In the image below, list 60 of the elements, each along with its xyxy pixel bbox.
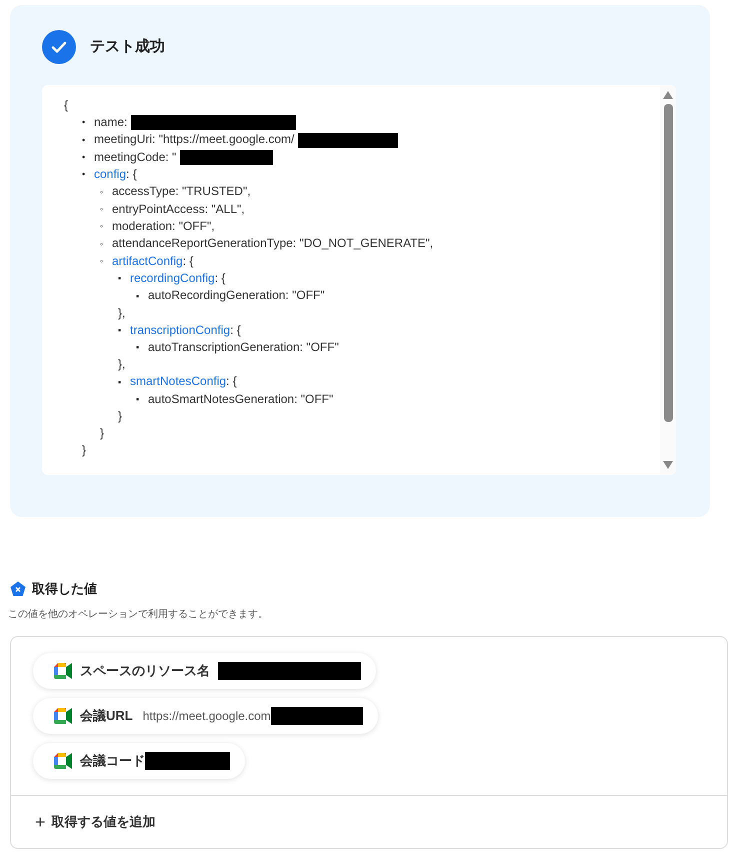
list-bullet: ◦ (100, 186, 104, 199)
list-bullet: ▪ (118, 324, 122, 337)
json-line: meetingCode: " (94, 150, 176, 164)
video-camera-icon (54, 662, 72, 678)
json-brace: : { (214, 270, 226, 285)
list-bullet: • (82, 168, 86, 182)
json-key[interactable]: artifactConfig (112, 254, 183, 268)
json-line: meetingUri: "https://meet.google.com/ (94, 132, 294, 146)
chip-value: https://meet.google.com (142, 708, 271, 724)
json-key[interactable]: recordingConfig (130, 270, 215, 285)
list-bullet: • (82, 150, 86, 164)
list-bullet: ▪ (136, 290, 140, 303)
section-description: この値を他のオペレーションで利用することができます。 (8, 608, 269, 622)
value-chip[interactable]: 会議URL https://meet.google.com (33, 698, 378, 734)
json-line: autoTranscriptionGeneration: "OFF" (148, 340, 339, 354)
list-bullet: ◦ (100, 238, 104, 251)
json-line: entryPointAccess: "ALL", (112, 202, 245, 216)
scroll-down-icon[interactable] (663, 461, 673, 469)
list-bullet: ▪ (118, 376, 122, 389)
json-key[interactable]: transcriptionConfig (130, 322, 230, 337)
chip-label: スペースのリソース名 (80, 662, 210, 680)
video-camera-icon (54, 708, 72, 724)
add-value-button[interactable]: + 取得する値を追加 (11, 794, 727, 848)
pentagon-badge-icon (10, 580, 26, 597)
json-brace: : { (126, 166, 137, 181)
json-brace: }, (118, 357, 126, 372)
list-bullet: ◦ (100, 202, 104, 216)
list-bullet: ▪ (136, 392, 140, 406)
chip-label: 会議URL (80, 706, 133, 725)
video-camera-icon (54, 752, 72, 768)
json-brace: : { (182, 254, 194, 268)
list-bullet: • (82, 116, 86, 130)
json-brace: } (100, 426, 104, 440)
json-line: name: (94, 115, 128, 129)
section-title: 取得した値 (32, 580, 97, 598)
json-brace: } (118, 408, 122, 423)
json-brace: } (82, 442, 86, 457)
json-line: autoRecordingGeneration: "OFF" (148, 288, 325, 302)
scrollbar-thumb[interactable] (664, 104, 672, 422)
chip-label: 会議コード (80, 752, 145, 770)
list-bullet: ◦ (100, 254, 104, 268)
list-bullet: ▪ (118, 272, 122, 286)
value-chip[interactable]: 会議コード (33, 742, 245, 778)
list-bullet: • (82, 134, 86, 147)
json-brace: : { (226, 374, 237, 388)
json-line: accessType: "TRUSTED", (112, 184, 251, 198)
result-title: テスト成功 (90, 36, 165, 57)
list-bullet: ◦ (100, 220, 104, 234)
json-brace: { (64, 98, 68, 112)
json-brace: : { (230, 322, 241, 337)
list-bullet: ▪ (136, 341, 140, 354)
json-line: autoSmartNotesGeneration: "OFF" (148, 392, 334, 406)
scrollbar[interactable] (660, 85, 676, 475)
json-line: moderation: "OFF", (112, 218, 215, 233)
json-line: attendanceReportGenerationType: "DO_NOT_GENERATE", (112, 236, 434, 250)
value-chip[interactable]: スペースのリソース名 (33, 652, 376, 688)
json-key[interactable]: smartNotesConfig (130, 374, 226, 388)
json-key[interactable]: config (94, 166, 126, 181)
scroll-up-icon[interactable] (663, 91, 673, 99)
json-brace: }, (118, 306, 126, 320)
